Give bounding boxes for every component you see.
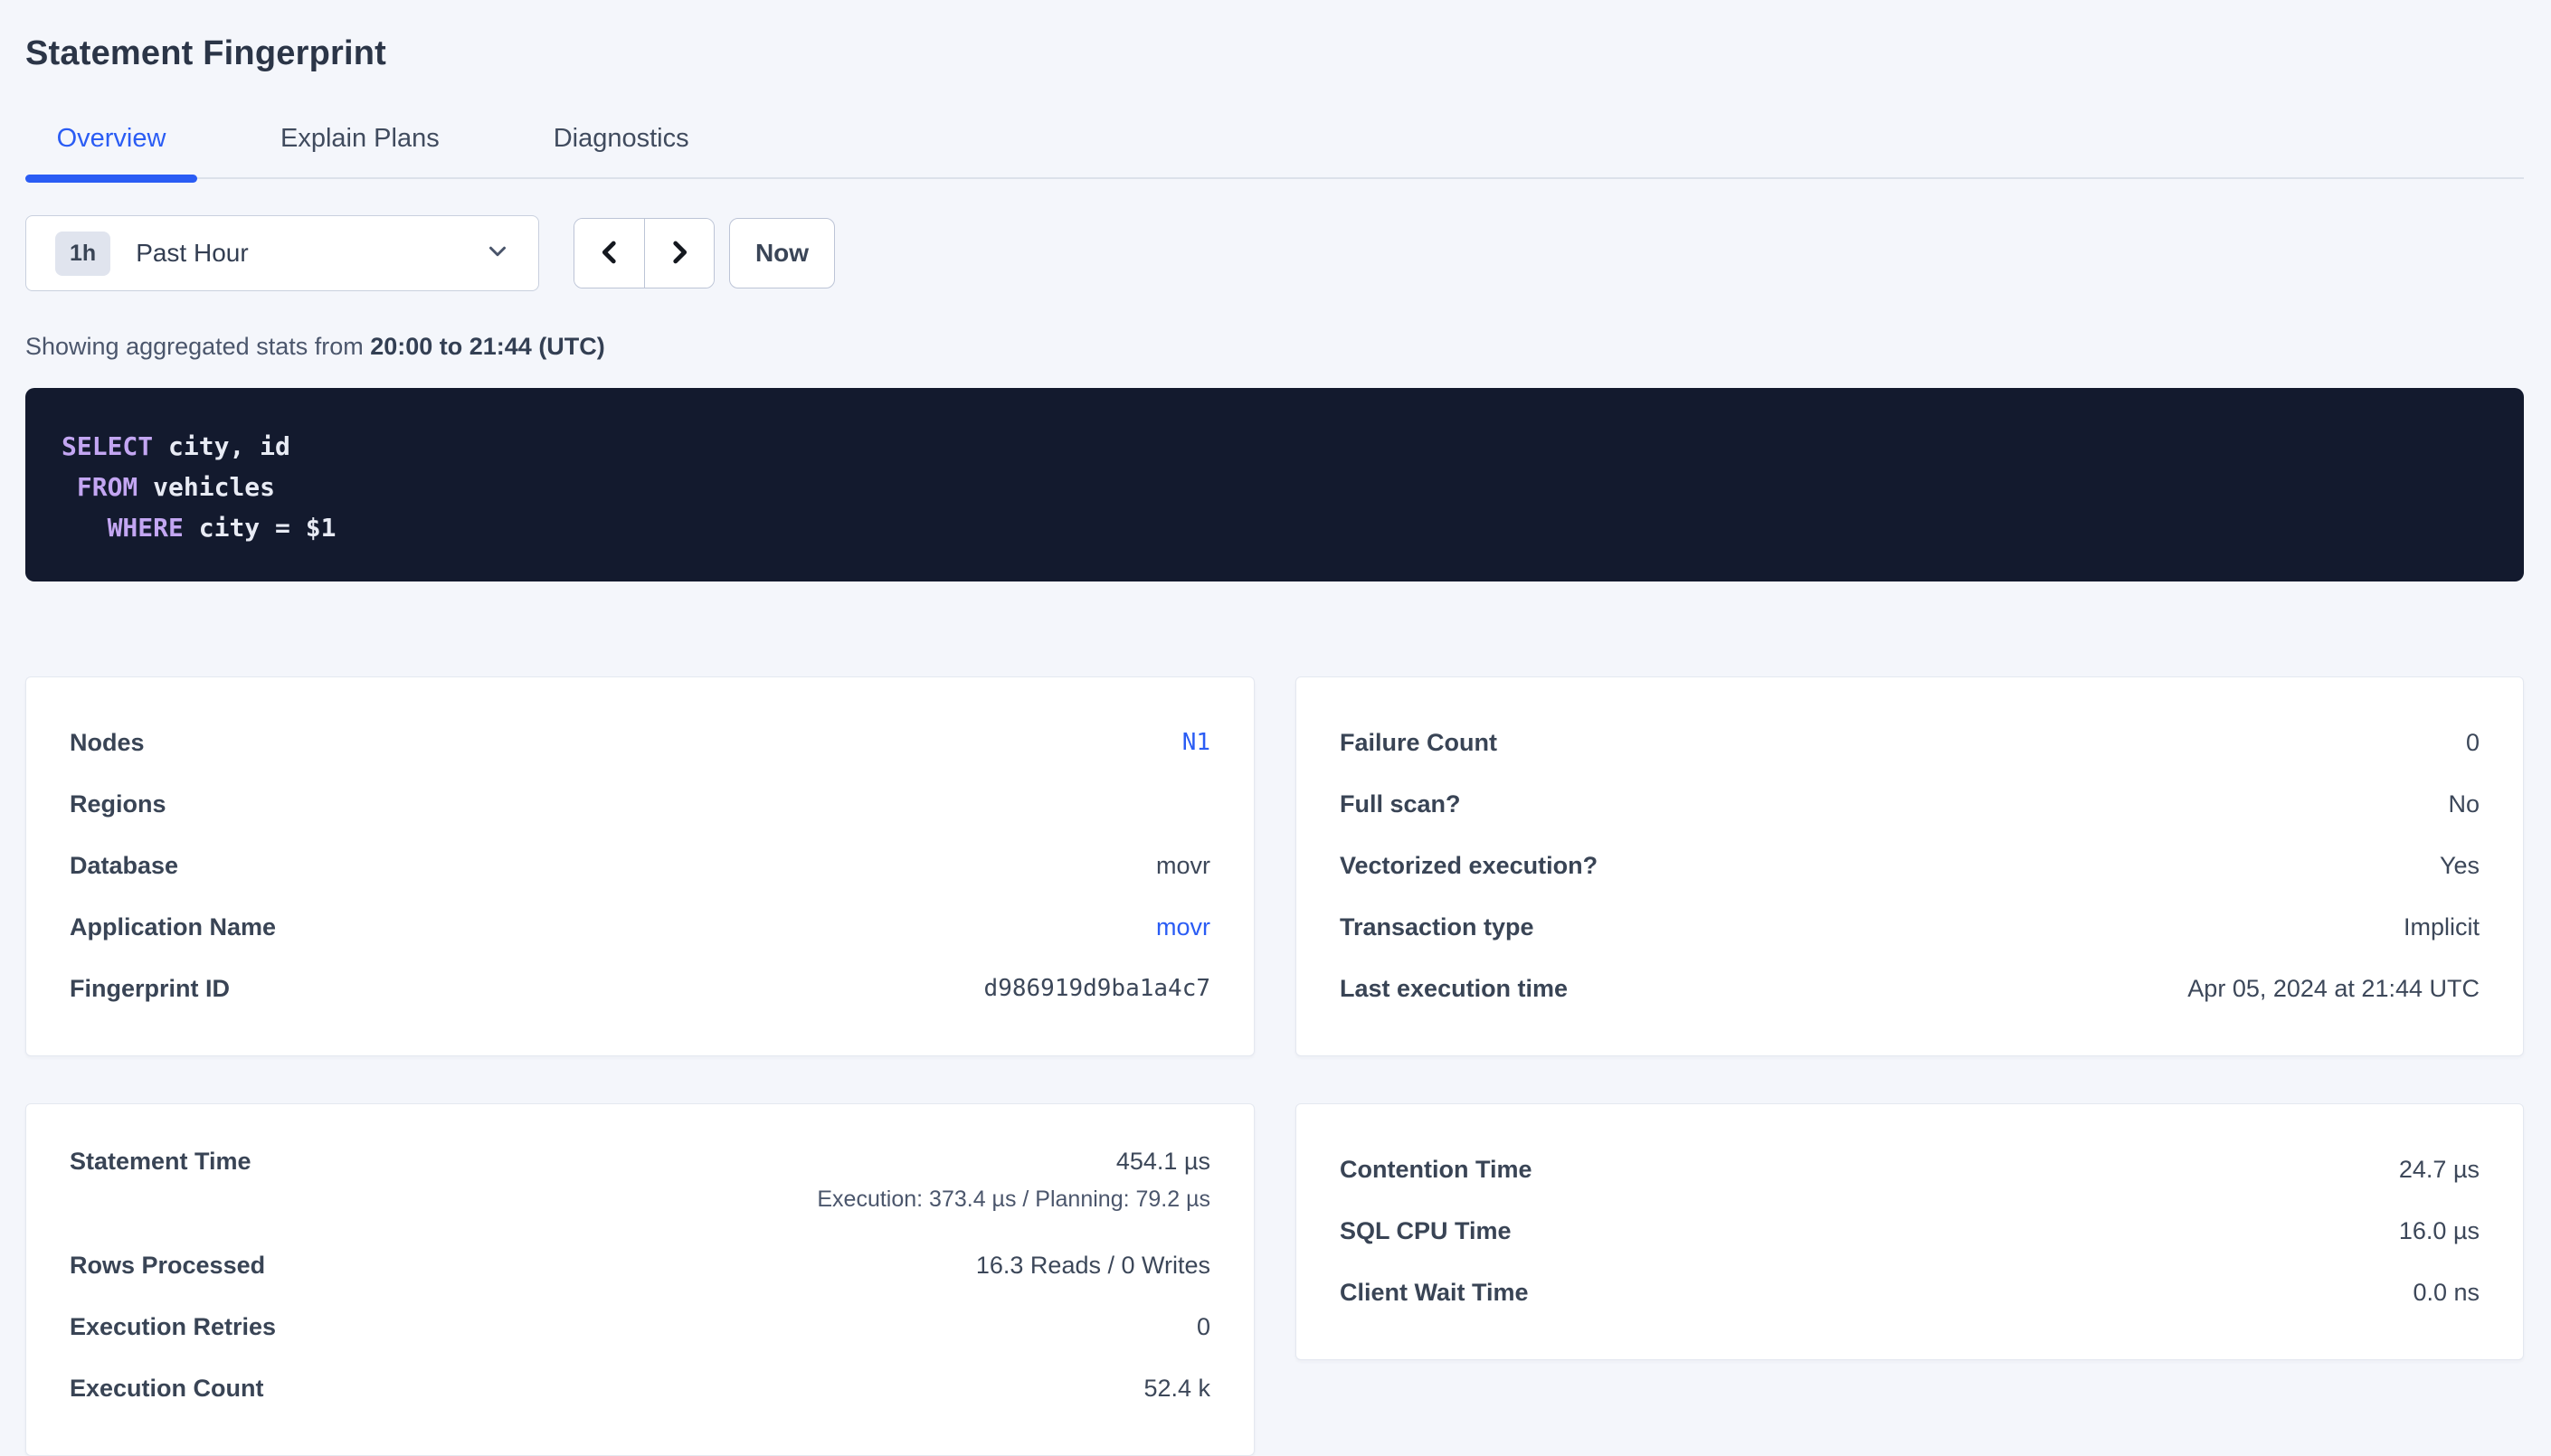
time-range-label: Past Hour (136, 239, 249, 268)
row-label: Last execution time (1340, 975, 1568, 1003)
row-label: Application Name (70, 913, 276, 941)
table-row: Contention Time 24.7 µs (1340, 1139, 2480, 1200)
interval-badge: 1h (55, 232, 110, 276)
row-label: Transaction type (1340, 913, 1534, 941)
table-row: Regions (70, 773, 1210, 835)
stats-cards-grid: Nodes N1 Regions Database movr Applicati… (25, 676, 2524, 1456)
row-label: Failure Count (1340, 729, 1497, 757)
row-value: 0.0 ns (2413, 1279, 2480, 1307)
row-value: movr (1156, 852, 1210, 880)
chevron-right-icon (664, 237, 695, 270)
performance-card-right: Contention Time 24.7 µs SQL CPU Time 16.… (1295, 1103, 2524, 1360)
row-value: 16.3 Reads / 0 Writes (976, 1252, 1210, 1280)
previous-interval-button[interactable] (574, 219, 644, 288)
chevron-left-icon (594, 237, 625, 270)
row-label: Client Wait Time (1340, 1279, 1529, 1307)
row-label: SQL CPU Time (1340, 1217, 1512, 1245)
time-controls: 1h Past Hour Now (25, 215, 2524, 291)
table-row: Database movr (70, 835, 1210, 896)
summary-time-range: 20:00 to 21:44 (UTC) (370, 333, 605, 360)
table-row: Last execution time Apr 05, 2024 at 21:4… (1340, 958, 2480, 1019)
table-row: SQL CPU Time 16.0 µs (1340, 1200, 2480, 1262)
row-value: No (2448, 790, 2480, 818)
performance-card-left: Statement Time 454.1 µs Execution: 373.4… (25, 1103, 1255, 1456)
row-value: 454.1 µs (817, 1148, 1210, 1176)
table-row: Execution Count 52.4 k (70, 1357, 1210, 1419)
time-pager (574, 218, 715, 288)
table-row: Execution Retries 0 (70, 1296, 1210, 1357)
next-interval-button[interactable] (644, 219, 714, 288)
row-label: Full scan? (1340, 790, 1461, 818)
last-execution-time-value: Apr 05, 2024 at 21:44 UTC (2187, 975, 2480, 1003)
row-label: Vectorized execution? (1340, 852, 1598, 880)
row-label: Nodes (70, 729, 145, 757)
row-label: Execution Count (70, 1375, 264, 1403)
row-label: Regions (70, 790, 166, 818)
row-value: 16.0 µs (2399, 1217, 2480, 1245)
row-value: Yes (2440, 852, 2480, 880)
table-row: Failure Count 0 (1340, 712, 2480, 773)
sql-line: WHERE city = $1 (62, 507, 2488, 548)
sql-statement-box: SELECT city, id FROM vehicles WHERE city… (25, 388, 2524, 581)
row-value: Implicit (2404, 913, 2480, 941)
row-value: 24.7 µs (2399, 1156, 2480, 1184)
summary-prefix: Showing aggregated stats from (25, 333, 370, 360)
row-value: 0 (2466, 729, 2480, 757)
table-row: Client Wait Time 0.0 ns (1340, 1262, 2480, 1323)
table-row: Fingerprint ID d986919d9ba1a4c7 (70, 958, 1210, 1019)
time-range-dropdown[interactable]: 1h Past Hour (25, 215, 539, 291)
table-row: Statement Time 454.1 µs Execution: 373.4… (70, 1139, 1210, 1234)
aggregated-stats-summary: Showing aggregated stats from 20:00 to 2… (25, 333, 2524, 361)
chevron-down-icon (484, 238, 511, 269)
table-row: Transaction type Implicit (1340, 896, 2480, 958)
row-label: Database (70, 852, 178, 880)
row-label: Rows Processed (70, 1252, 265, 1280)
page-title: Statement Fingerprint (25, 34, 2524, 73)
fingerprint-id-value: d986919d9ba1a4c7 (984, 975, 1210, 1002)
table-row: Nodes N1 (70, 712, 1210, 773)
now-button[interactable]: Now (729, 218, 835, 288)
details-card-left: Nodes N1 Regions Database movr Applicati… (25, 676, 1255, 1056)
row-label: Fingerprint ID (70, 975, 230, 1003)
row-label: Execution Retries (70, 1313, 276, 1341)
tab-explain-plans[interactable]: Explain Plans (250, 111, 470, 177)
statement-time-breakdown: Execution: 373.4 µs / Planning: 79.2 µs (817, 1187, 1210, 1213)
sql-line: FROM vehicles (62, 467, 2488, 507)
table-row: Vectorized execution? Yes (1340, 835, 2480, 896)
application-name-link[interactable]: movr (1156, 913, 1210, 941)
row-label: Statement Time (70, 1148, 251, 1176)
row-value: 52.4 k (1143, 1375, 1210, 1403)
table-row: Rows Processed 16.3 Reads / 0 Writes (70, 1234, 1210, 1296)
nodes-link[interactable]: N1 (1182, 729, 1210, 756)
sql-line: SELECT city, id (62, 426, 2488, 467)
tab-diagnostics[interactable]: Diagnostics (523, 111, 720, 177)
details-card-right: Failure Count 0 Full scan? No Vectorized… (1295, 676, 2524, 1056)
row-value: 0 (1197, 1313, 1210, 1341)
tab-bar: Overview Explain Plans Diagnostics (25, 111, 2524, 179)
statement-fingerprint-page: Statement Fingerprint Overview Explain P… (0, 0, 2551, 1456)
table-row: Full scan? No (1340, 773, 2480, 835)
table-row: Application Name movr (70, 896, 1210, 958)
row-label: Contention Time (1340, 1156, 1532, 1184)
tab-overview[interactable]: Overview (25, 111, 197, 177)
statement-time-value-block: 454.1 µs Execution: 373.4 µs / Planning:… (817, 1148, 1210, 1213)
